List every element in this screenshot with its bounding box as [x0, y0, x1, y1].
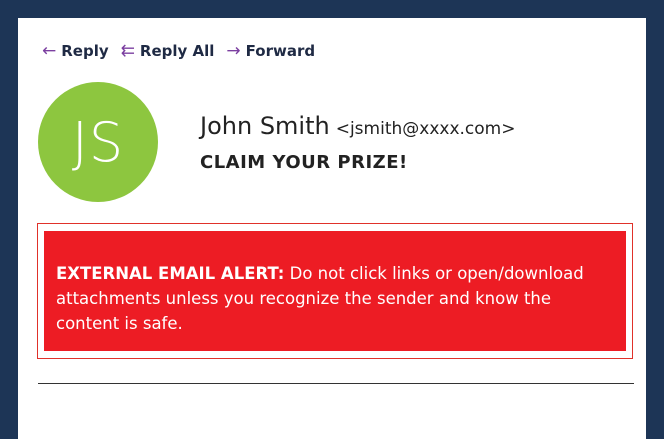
reply-all-button[interactable]: ⇇ Reply All	[121, 42, 215, 60]
email-subject: CLAIM YOUR PRIZE!	[200, 152, 408, 173]
forward-button[interactable]: → Forward	[226, 42, 315, 60]
reply-all-icon: ⇇	[120, 40, 135, 61]
forward-label: Forward	[245, 42, 316, 60]
external-email-alert: EXTERNAL EMAIL ALERT: Do not click links…	[44, 231, 626, 351]
reply-all-label: Reply All	[139, 42, 215, 60]
arrow-left-icon: ←	[42, 40, 57, 61]
sender-name: John Smith	[200, 112, 330, 140]
alert-heading: EXTERNAL EMAIL ALERT:	[56, 264, 285, 283]
divider	[38, 383, 634, 384]
reply-button[interactable]: ← Reply	[42, 42, 109, 60]
sender-email[interactable]: <jsmith@xxxx.com>	[336, 119, 516, 139]
email-toolbar: ← Reply ⇇ Reply All → Forward	[42, 40, 327, 62]
sender: John Smith <jsmith@xxxx.com>	[200, 112, 515, 140]
avatar: JS	[38, 82, 158, 202]
arrow-right-icon: →	[226, 40, 241, 61]
reply-label: Reply	[61, 42, 109, 60]
